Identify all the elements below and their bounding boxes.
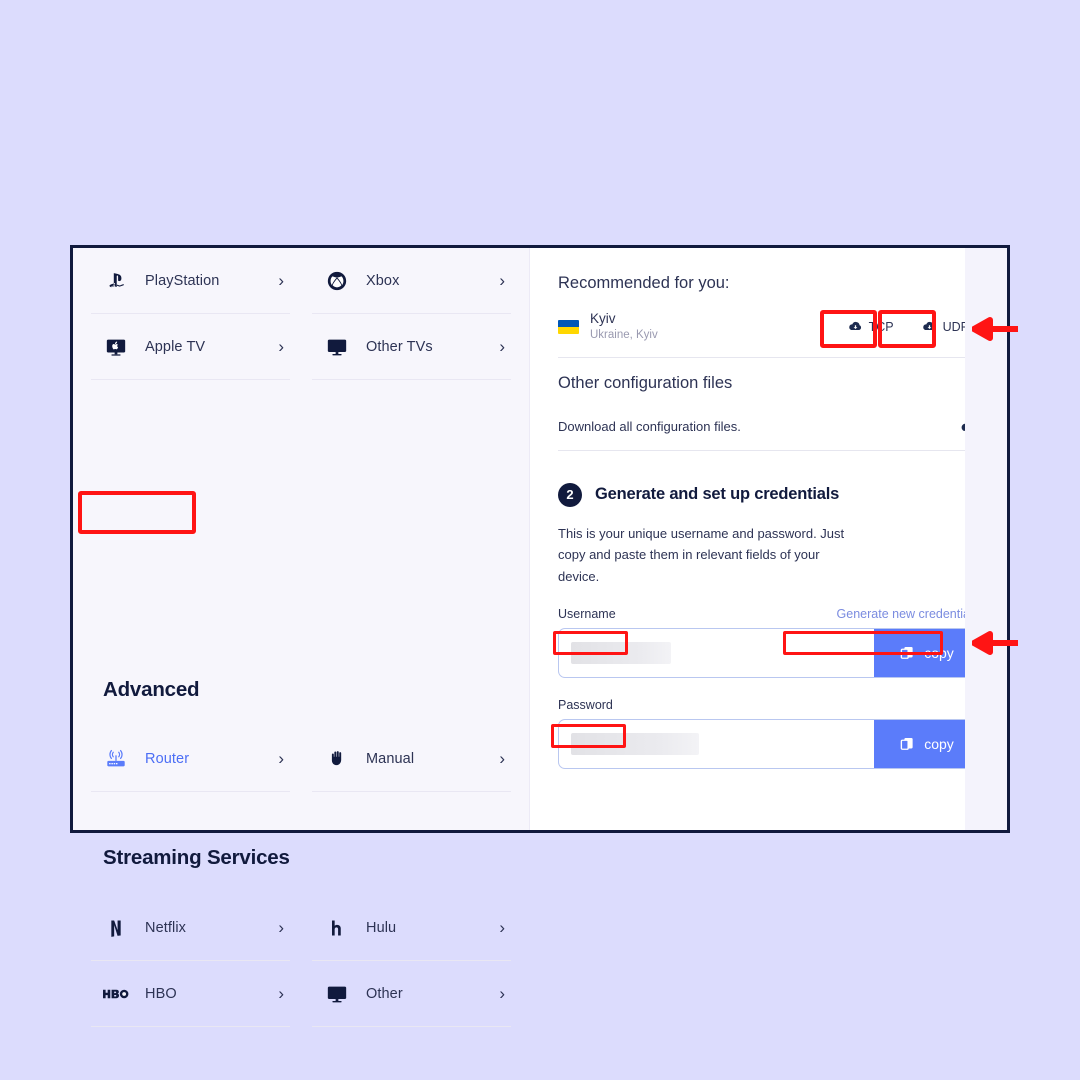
device-row-apple-tv[interactable]: Apple TV › xyxy=(91,314,290,380)
chevron-right-icon: › xyxy=(499,984,505,1003)
username-input[interactable] xyxy=(559,629,874,677)
password-label: Password xyxy=(558,698,613,713)
cloud-download-icon xyxy=(848,322,861,331)
device-label: HBO xyxy=(145,985,177,1002)
generate-new-credentials-link[interactable]: Generate new credentials xyxy=(837,607,979,621)
device-grid-streaming: Netflix › Hulu › HBO › Other › xyxy=(73,895,529,1027)
chevron-right-icon: › xyxy=(499,918,505,937)
playstation-icon xyxy=(103,268,129,294)
device-label: Manual xyxy=(366,750,415,767)
device-label: Other xyxy=(366,985,403,1002)
device-row-hbo[interactable]: HBO › xyxy=(91,961,290,1027)
download-all-label: Download all configuration files. xyxy=(558,418,741,434)
chevron-right-icon: › xyxy=(499,749,505,768)
router-icon xyxy=(103,746,129,772)
step-title: Generate and set up credentials xyxy=(595,485,840,504)
username-label: Username xyxy=(558,607,616,622)
server-city: Kyiv xyxy=(590,311,616,326)
download-tcp-button[interactable]: TCP xyxy=(837,314,904,340)
device-label: Apple TV xyxy=(145,338,206,355)
step-description: This is your unique username and passwor… xyxy=(558,525,845,584)
username-label-row: Username Generate new credentials xyxy=(558,607,979,621)
xbox-icon xyxy=(324,268,350,294)
apple-tv-icon xyxy=(103,334,129,360)
hulu-icon xyxy=(324,915,350,941)
chevron-right-icon: › xyxy=(278,984,284,1003)
step-2-header: 2 Generate and set up credentials xyxy=(558,482,979,507)
recommended-server-row: Kyiv Ukraine, Kyiv TCP UDP xyxy=(558,311,979,358)
netflix-icon xyxy=(103,915,129,941)
password-label-row: Password xyxy=(558,698,979,712)
hand-icon xyxy=(324,746,350,772)
config-panel: Recommended for you: Kyiv Ukraine, Kyiv … xyxy=(530,248,1007,830)
device-panel: PlayStation › Xbox › Apple TV › Other TV… xyxy=(73,248,530,1027)
device-row-netflix[interactable]: Netflix › xyxy=(91,895,290,961)
chevron-right-icon: › xyxy=(278,918,284,937)
copy-icon xyxy=(900,738,913,751)
setup-card: PlayStation › Xbox › Apple TV › Other TV… xyxy=(70,245,1010,1027)
username-field[interactable]: copy xyxy=(558,628,979,679)
other-config-title: Other configuration files xyxy=(558,373,733,392)
ukraine-flag-icon xyxy=(558,319,579,334)
password-field[interactable]: copy xyxy=(558,719,979,770)
copy-icon xyxy=(900,647,913,660)
device-label: Xbox xyxy=(366,272,400,289)
tv-icon xyxy=(324,981,350,1007)
device-row-router[interactable]: Router › xyxy=(91,726,290,792)
chevron-right-icon: › xyxy=(278,337,284,356)
tcp-label: TCP xyxy=(868,319,894,334)
download-all-row[interactable]: Download all configuration files. xyxy=(558,393,979,451)
protocol-button-group: TCP UDP xyxy=(837,314,979,340)
device-label: Hulu xyxy=(366,919,397,936)
copy-label: copy xyxy=(924,736,954,753)
step-number-badge: 2 xyxy=(558,482,582,507)
device-row-hulu[interactable]: Hulu › xyxy=(312,895,511,961)
panel-right-strip xyxy=(965,248,1007,830)
hbo-icon xyxy=(103,981,129,1007)
server-location: Ukraine, Kyiv xyxy=(590,328,658,341)
device-grid-top: PlayStation › Xbox › Apple TV › Other TV… xyxy=(73,248,529,380)
streaming-services-heading: Streaming Services xyxy=(103,846,290,869)
redacted-username-value xyxy=(571,642,671,665)
device-label: Router xyxy=(145,750,190,767)
recommended-title: Recommended for you: xyxy=(558,274,730,292)
device-row-manual[interactable]: Manual › xyxy=(312,726,511,792)
device-grid-advanced: Router › Manual › xyxy=(73,726,529,792)
device-row-xbox[interactable]: Xbox › xyxy=(312,248,511,314)
copy-password-button[interactable]: copy xyxy=(874,720,978,769)
chevron-right-icon: › xyxy=(499,337,505,356)
cloud-download-icon xyxy=(922,322,935,331)
device-label: Other TVs xyxy=(366,338,433,355)
copy-username-button[interactable]: copy xyxy=(874,629,978,678)
password-input[interactable] xyxy=(559,720,874,768)
device-label: PlayStation xyxy=(145,272,220,289)
redacted-password-value xyxy=(571,733,699,756)
device-label: Netflix xyxy=(145,919,186,936)
server-names: Kyiv Ukraine, Kyiv xyxy=(590,311,838,343)
chevron-right-icon: › xyxy=(499,271,505,290)
tv-icon xyxy=(324,334,350,360)
device-row-playstation[interactable]: PlayStation › xyxy=(91,248,290,314)
device-row-other[interactable]: Other › xyxy=(312,961,511,1027)
chevron-right-icon: › xyxy=(278,749,284,768)
chevron-right-icon: › xyxy=(278,271,284,290)
copy-label: copy xyxy=(924,645,954,662)
advanced-heading: Advanced xyxy=(103,678,200,701)
device-row-other-tvs[interactable]: Other TVs › xyxy=(312,314,511,380)
